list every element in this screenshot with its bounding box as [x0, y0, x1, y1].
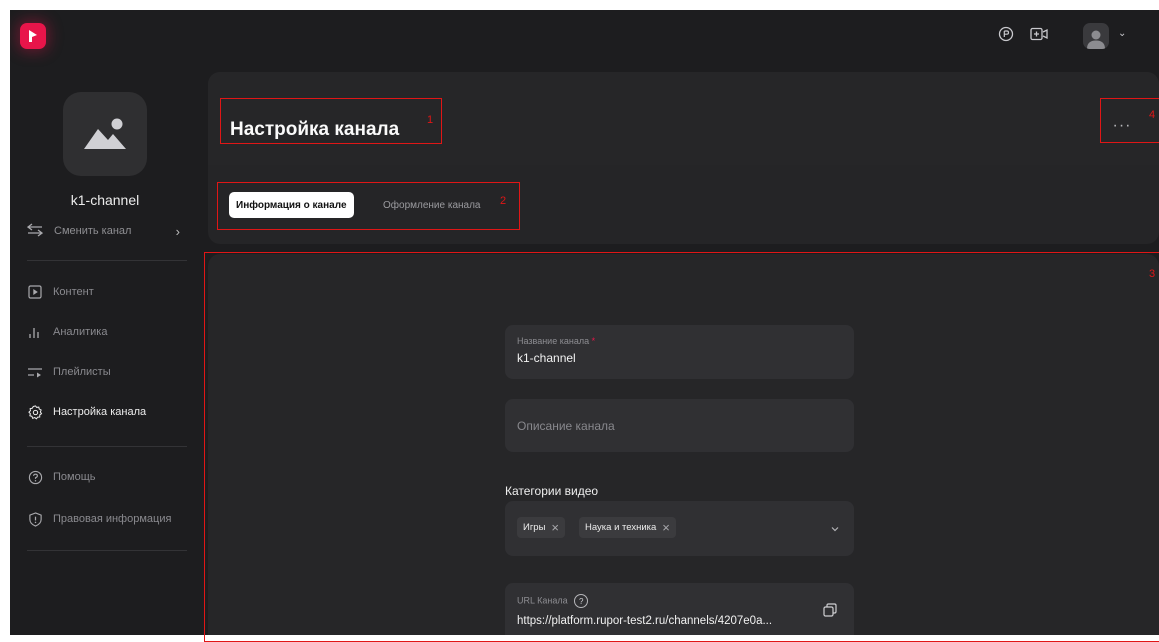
- shield-icon: [27, 511, 43, 527]
- play-square-icon: [27, 284, 43, 300]
- sidebar-item-label: Помощь: [53, 471, 96, 483]
- annotation-box-title: [220, 98, 442, 144]
- annotation-number: 4: [1149, 109, 1156, 121]
- help-circle-icon: [27, 469, 43, 485]
- annotation-box-content: [204, 252, 1159, 642]
- sidebar-divider: [27, 446, 187, 447]
- sidebar-item-label: Настройка канала: [53, 406, 147, 418]
- annotation-number: 2: [500, 195, 507, 207]
- annotation-box-tabs: [217, 182, 520, 230]
- chevron-down-icon[interactable]: ⌄: [1118, 28, 1126, 39]
- switch-channel-label: Сменить канал: [54, 225, 132, 237]
- bar-chart-icon: [27, 324, 43, 340]
- gear-icon: [27, 404, 43, 420]
- chevron-right-icon: ›: [175, 223, 180, 239]
- sidebar-item-channel-settings[interactable]: Настройка канала: [27, 401, 197, 423]
- sidebar-item-label: Аналитика: [53, 326, 108, 338]
- sidebar-divider: [27, 550, 187, 551]
- playlist-icon: [27, 364, 43, 380]
- avatar[interactable]: [1083, 23, 1109, 49]
- sidebar-divider: [27, 260, 187, 261]
- sidebar-item-help[interactable]: Помощь: [27, 466, 197, 488]
- sidebar-item-label: Правовая информация: [53, 513, 172, 525]
- sidebar-item-analytics[interactable]: Аналитика: [27, 321, 197, 343]
- sidebar-item-content[interactable]: Контент: [27, 281, 197, 303]
- upload-video-icon[interactable]: [1030, 26, 1048, 47]
- switch-channel-button[interactable]: Сменить канал ›: [26, 220, 180, 242]
- rupor-icon[interactable]: [998, 26, 1014, 47]
- logo-icon[interactable]: [20, 23, 46, 49]
- sidebar-item-label: Контент: [53, 286, 94, 298]
- sidebar-item-legal[interactable]: Правовая информация: [27, 508, 197, 530]
- sidebar: k1-channel Сменить канал › Контент Анали…: [10, 62, 210, 635]
- sidebar-item-playlists[interactable]: Плейлисты: [27, 361, 197, 383]
- sidebar-item-label: Плейлисты: [53, 366, 111, 378]
- swap-arrows-icon: [26, 222, 44, 240]
- channel-name: k1-channel: [70, 192, 140, 208]
- annotation-number: 1: [427, 114, 434, 126]
- channel-image[interactable]: [63, 92, 147, 176]
- annotation-number: 3: [1149, 268, 1156, 280]
